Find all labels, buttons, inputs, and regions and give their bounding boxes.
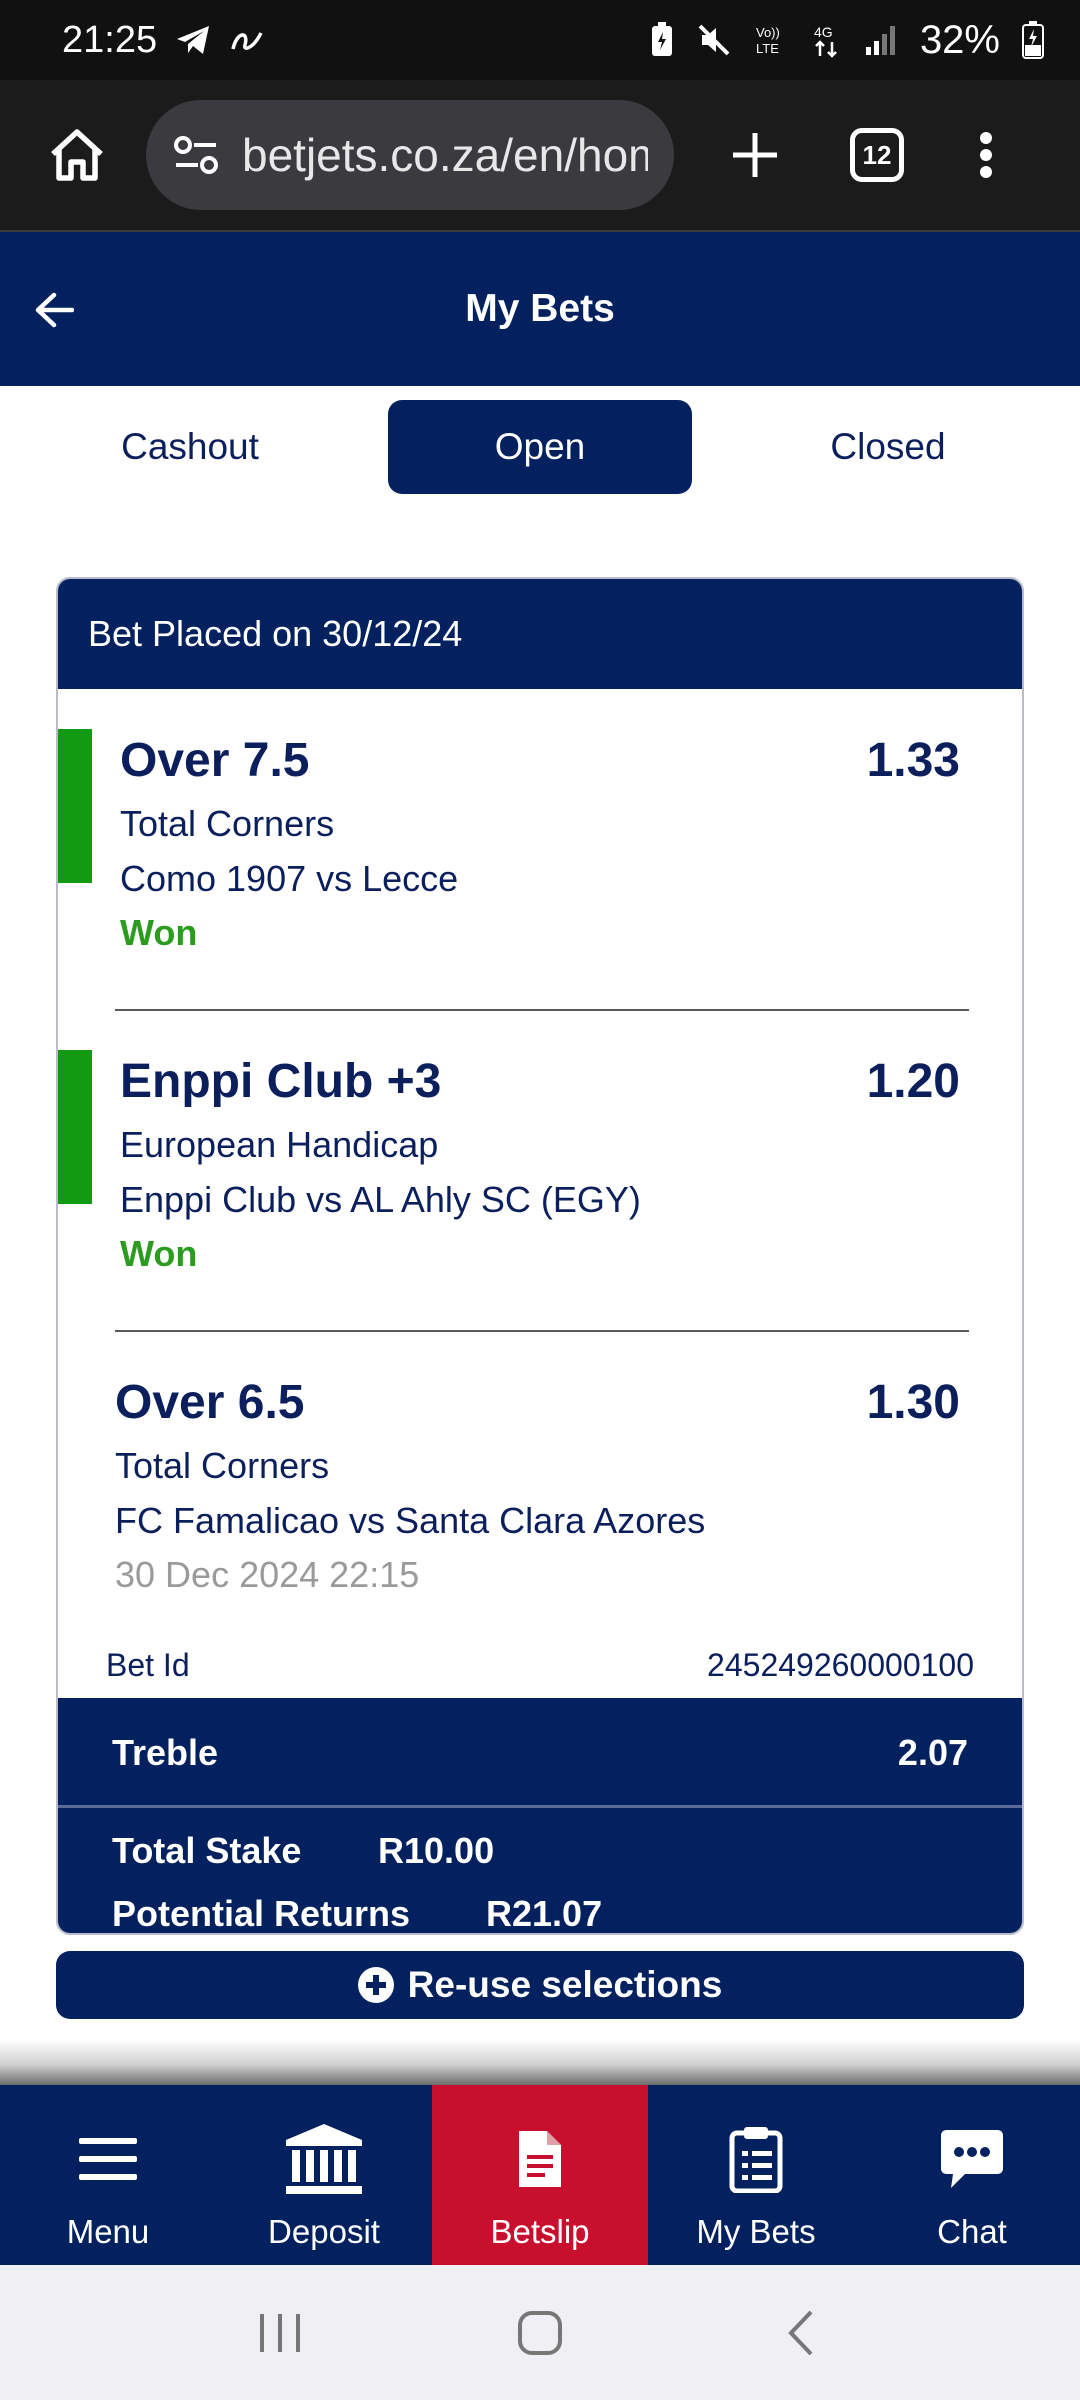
battery-icon [1022, 21, 1044, 59]
browser-menu-button[interactable] [976, 120, 996, 190]
selection-odds: 1.30 [866, 1376, 960, 1429]
selection-event: Como 1907 vs Lecce [120, 858, 459, 899]
nav-betslip[interactable]: Betslip [432, 2085, 648, 2265]
chevron-left-icon [788, 2310, 813, 2355]
bet-id-row: Bet Id 245249260000100 [58, 1647, 1022, 1687]
url-text: betjets.co.za/en/hom [242, 129, 648, 181]
bet-totals: Total Stake R10.00 Potential Returns R21… [58, 1808, 1022, 1934]
system-nav-bar [0, 2265, 1080, 2400]
signal-icon [864, 23, 898, 57]
site-settings-icon [174, 136, 218, 174]
recents-icon [260, 2313, 300, 2352]
selection-market: Total Corners [115, 1445, 330, 1486]
plus-circle-icon [357, 1967, 394, 2003]
bet-placed-header: Bet Placed on 30/12/24 [58, 579, 1022, 689]
total-stake-label: Total Stake [112, 1830, 302, 1871]
url-bar[interactable]: betjets.co.za/en/hom [146, 100, 674, 210]
status-bar: 21:25 Vo)) LTE 4G 32% [0, 0, 1080, 80]
selection-market: European Handicap [120, 1124, 439, 1165]
bottom-nav: Menu Deposit Betslip My Bets Chat [0, 2085, 1080, 2265]
reuse-selections-button[interactable]: Re-use selections [56, 1951, 1024, 2019]
bank-icon [284, 2121, 364, 2197]
mute-icon [696, 22, 732, 58]
arrow-left-icon [35, 292, 74, 328]
selection-odds: 1.33 [866, 734, 960, 787]
recent-apps-button[interactable] [240, 2293, 320, 2373]
total-odds: 2.07 [897, 1732, 968, 1773]
total-stake-value: R10.00 [378, 1830, 495, 1871]
menu-icon [79, 2121, 137, 2197]
status-time: 21:25 [62, 18, 158, 61]
nav-shadow [0, 2040, 1080, 2085]
nav-chat-label: Chat [937, 2213, 1007, 2250]
tab-open[interactable]: Open [388, 400, 692, 494]
selection-title: Over 6.5 [115, 1376, 305, 1429]
telegram-icon [175, 23, 211, 57]
potential-returns-label: Potential Returns [112, 1893, 411, 1934]
svg-text:LTE: LTE [756, 41, 779, 56]
divider [115, 1009, 969, 1011]
plus-icon [733, 133, 777, 177]
bet-id-label: Bet Id [106, 1647, 190, 1683]
svg-text:Vo)): Vo)) [756, 25, 780, 40]
nav-deposit-label: Deposit [268, 2213, 380, 2250]
back-button[interactable] [26, 282, 82, 338]
app-header: My Bets [0, 232, 1080, 386]
nav-betslip-label: Betslip [490, 2213, 590, 2250]
selection-odds: 1.20 [866, 1055, 960, 1108]
divider [115, 1330, 969, 1332]
new-tab-button[interactable] [720, 120, 790, 190]
kebab-dot [980, 149, 992, 161]
volte-icon: Vo)) LTE [754, 22, 790, 58]
selection-event: Enppi Club vs AL Ahly SC (EGY) [120, 1179, 641, 1220]
home-icon [51, 129, 103, 181]
nav-menu[interactable]: Menu [0, 2085, 216, 2265]
won-indicator-bar [58, 729, 92, 883]
browser-toolbar: betjets.co.za/en/hom 12 [0, 80, 1080, 232]
kebab-dot [980, 166, 992, 178]
document-icon [517, 2121, 563, 2197]
selection-1: Over 7.5 1.33 Total Corners Como 1907 vs… [58, 729, 1022, 959]
selection-status: Won [120, 1233, 198, 1274]
selection-status: Won [120, 912, 198, 953]
kebab-dot [980, 132, 992, 144]
selection-event: FC Famalicao vs Santa Clara Azores [115, 1500, 706, 1541]
nav-menu-label: Menu [66, 2213, 150, 2250]
selection-2: Enppi Club +3 1.20 European Handicap Enp… [58, 1050, 1022, 1280]
nav-deposit[interactable]: Deposit [216, 2085, 432, 2265]
reuse-selections-label: Re-use selections [407, 1964, 723, 2005]
page-title: My Bets [465, 287, 615, 330]
selection-title: Enppi Club +3 [120, 1055, 442, 1108]
tab-closed[interactable]: Closed [788, 400, 988, 494]
network-4g-icon: 4G [812, 22, 842, 58]
selection-market: Total Corners [120, 803, 335, 844]
selection-title: Over 7.5 [120, 734, 310, 787]
tab-cashout[interactable]: Cashout [90, 400, 290, 494]
back-system-button[interactable] [760, 2293, 840, 2373]
bet-type-row: Treble 2.07 [58, 1698, 1022, 1808]
selection-3: Over 6.5 1.30 Total Corners FC Famalicao… [58, 1371, 1022, 1611]
nav-chat[interactable]: Chat [864, 2085, 1080, 2265]
swirl-notification-icon [229, 27, 265, 53]
bet-tabs: Cashout Open Closed [0, 386, 1080, 504]
bet-type-label: Treble [112, 1732, 219, 1773]
bet-card: Bet Placed on 30/12/24 Over 7.5 1.33 Tot… [56, 577, 1024, 1935]
selection-datetime: 30 Dec 2024 22:15 [115, 1554, 420, 1595]
nav-my-bets-label: My Bets [696, 2213, 816, 2250]
chat-icon [939, 2121, 1005, 2197]
won-indicator-bar [58, 1050, 92, 1204]
home-square-icon [518, 2310, 562, 2355]
battery-percent: 32% [919, 17, 1000, 62]
home-button[interactable] [38, 116, 116, 194]
bet-id-value: 245249260000100 [707, 1647, 974, 1683]
battery-saver-icon [650, 22, 674, 58]
clipboard-icon [728, 2121, 784, 2197]
home-system-button[interactable] [500, 2293, 580, 2373]
nav-my-bets[interactable]: My Bets [648, 2085, 864, 2265]
potential-returns-value: R21.07 [486, 1893, 603, 1934]
tab-switcher-button[interactable]: 12 [850, 128, 904, 182]
svg-text:4G: 4G [814, 24, 833, 40]
